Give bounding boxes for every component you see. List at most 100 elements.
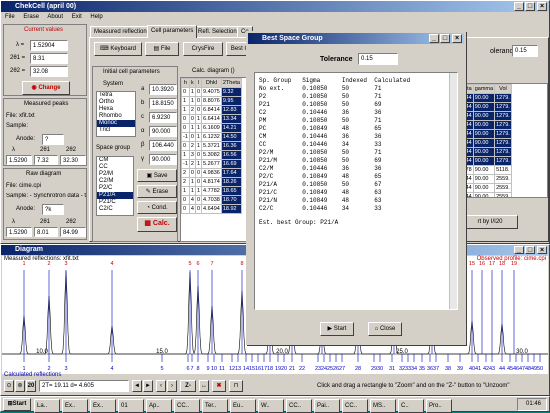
system-item[interactable]: Rhombo — [97, 113, 135, 120]
taskbar-item[interactable]: W.. — [258, 399, 284, 413]
results-table-row[interactable]: 5.44 90.00 1279. — [459, 147, 512, 157]
results-table-row[interactable]: 0.78 90.00 5118. — [459, 165, 512, 175]
taskbar-item[interactable]: C.. — [398, 399, 424, 413]
space-group-item[interactable]: P21/C — [97, 199, 133, 206]
calc-table-row[interactable]: 1 1 1 4.7782 18.65 — [181, 186, 242, 196]
scroll-left-button[interactable]: ◄ — [132, 380, 142, 392]
calc-table-row[interactable]: 0 1 1 6.1609 14.21 — [181, 123, 242, 133]
calc-table-row[interactable]: 2 1 0 4.8174 18.26 — [181, 177, 242, 187]
results-table-row[interactable]: 5.44 90.00 1279. — [459, 129, 512, 139]
calc-table-row[interactable]: 1 2 0 6.8414 12.83 — [181, 105, 242, 115]
results-table-row[interactable]: 5.44 90.00 1279. — [459, 156, 512, 166]
system-item[interactable]: Ortho — [97, 99, 135, 106]
taskbar-item[interactable]: La.. — [34, 399, 60, 413]
results-table-row[interactable]: 5.44 90.00 2559. — [459, 192, 512, 197]
system-item[interactable]: Tricl — [97, 127, 135, 134]
calc-table-row[interactable]: 1 3 0 5.3082 16.56 — [181, 150, 242, 160]
results-table-row[interactable]: 5.44 90.00 1279. — [459, 120, 512, 130]
dialog-tolerance-input[interactable]: 0.15 — [358, 53, 398, 65]
taskbar-item[interactable]: CC.. — [286, 399, 312, 413]
calc-table-row[interactable]: -1 0 1 6.1232 14.50 — [181, 132, 242, 142]
results-table-row[interactable]: 5.44 90.00 1279. — [459, 138, 512, 148]
space-group-item-selected[interactable]: P21/A — [97, 192, 133, 199]
system-list[interactable]: Tetra Ortho Hexa Rhombo Monoc Tricl — [96, 91, 136, 137]
step-left-button[interactable]: ‹ — [156, 380, 166, 392]
start-menu-button[interactable]: ⊞Start — [3, 398, 31, 411]
maximize-button[interactable]: □ — [525, 2, 535, 11]
calc-table-row[interactable]: 0 4 0 4.7038 18.70 — [181, 195, 242, 205]
theta2-input[interactable]: 32.08 — [30, 66, 68, 77]
space-group-item[interactable]: C2/C — [97, 206, 133, 213]
space-group-item[interactable]: P2/M — [97, 171, 133, 178]
start-button[interactable]: ▶ Start — [320, 322, 354, 336]
taskbar-item[interactable]: Eu.. — [230, 399, 256, 413]
param-gamma-input[interactable]: 90.000 — [149, 154, 177, 165]
peak-button[interactable]: ⊓ — [229, 380, 243, 392]
param-alpha-input[interactable]: 90.000 — [149, 126, 177, 137]
system-item-selected[interactable]: Monoc — [97, 120, 135, 127]
move-button[interactable]: ↔ — [199, 380, 209, 392]
lambda-input[interactable]: 1.52904 — [30, 40, 68, 51]
minimize-button[interactable]: _ — [514, 2, 524, 11]
close-button[interactable]: × — [537, 2, 547, 11]
results-table-row[interactable]: 5.44 90.00 1279. — [459, 93, 512, 103]
results-table-row[interactable]: 5.44 90.00 2559. — [459, 174, 512, 184]
menu-about[interactable]: About — [47, 14, 63, 20]
keyboard-button[interactable]: ⌨ Keyboard — [94, 42, 142, 56]
taskbar-item[interactable]: MS.. — [370, 399, 396, 413]
unzoom-button[interactable]: Z- — [180, 380, 196, 392]
calc-table-row[interactable]: 0 4 0 4.6494 18.92 — [181, 204, 242, 214]
dialog-close-action-button[interactable]: ⌂ Close — [368, 322, 402, 336]
taskbar-item[interactable]: Ex.. — [62, 399, 88, 413]
taskbar-item[interactable]: Pro.. — [426, 399, 452, 413]
results-table-row[interactable]: 5.44 90.00 1279. — [459, 102, 512, 112]
zoom-in-circle-button[interactable]: ⊚ — [15, 380, 25, 392]
theta1-input[interactable]: 8.31 — [30, 53, 68, 64]
space-group-item[interactable]: CM — [97, 157, 133, 164]
tab-cell-parameters[interactable]: Cell parameters — [147, 25, 198, 38]
crysfire-button[interactable]: CrysFire — [183, 42, 223, 56]
tolerance-input[interactable]: 0.15 — [512, 45, 538, 57]
menu-erase[interactable]: Erase — [23, 14, 39, 20]
taskbar-item[interactable]: Ex.. — [90, 399, 116, 413]
delete-button[interactable]: ✖ — [212, 380, 226, 392]
change-button[interactable]: ◉ Change — [22, 81, 70, 95]
param-a-input[interactable]: 10.3920 — [149, 84, 177, 95]
cell-results-table[interactable]: beta gamma Vol 5.44 90.00 1279. 5.44 90.00 12… — [458, 83, 548, 198]
calc-table-row[interactable]: 0 1 0 9.4075 9.32 — [181, 87, 242, 97]
system-item[interactable]: Hexa — [97, 106, 135, 113]
calc-table-row[interactable]: 0 2 1 5.3721 16.36 — [181, 141, 242, 151]
dialog-maximize-button[interactable]: □ — [440, 34, 450, 43]
scroll-right-button[interactable]: ► — [143, 380, 153, 392]
param-c-input[interactable]: 6.9230 — [149, 112, 177, 123]
sort-button[interactable]: rt by I/I20 — [462, 215, 518, 229]
space-group-item[interactable]: CC — [97, 164, 133, 171]
dialog-minimize-button[interactable]: _ — [429, 34, 439, 43]
taskbar-item[interactable]: CC.. — [342, 399, 368, 413]
calc-table-row[interactable]: -1 2 1 5.2677 16.69 — [181, 159, 242, 169]
taskbar-item[interactable]: Pai.. — [314, 399, 340, 413]
system-item[interactable]: Tetra — [97, 92, 135, 99]
menu-exit[interactable]: Exit — [72, 14, 82, 20]
results-table-row[interactable]: 5.44 90.00 1279. — [459, 111, 512, 121]
file-button[interactable]: ▤ File — [145, 42, 179, 56]
taskbar-item[interactable]: Ap.. — [146, 399, 172, 413]
save-button[interactable]: ▣ Save — [137, 169, 177, 182]
diagram-maximize-button[interactable]: □ — [525, 246, 535, 254]
space-group-item[interactable]: C2/M — [97, 178, 133, 185]
taskbar-item[interactable]: 01 — [118, 399, 144, 413]
twenty-button[interactable]: 20 — [26, 380, 36, 392]
menu-file[interactable]: File — [5, 14, 15, 20]
param-b-input[interactable]: 18.8150 — [149, 98, 177, 109]
calc-table-row[interactable]: 2 0 0 4.9836 17.64 — [181, 168, 242, 178]
cond-button[interactable]: ◔ Cond. — [137, 201, 177, 214]
zoom-out-circle-button[interactable]: ⊙ — [4, 380, 14, 392]
taskbar-item[interactable]: Ter.. — [202, 399, 228, 413]
calc-table-row[interactable]: 0 0 1 6.6414 13.34 — [181, 114, 242, 124]
results-scrollbar[interactable] — [449, 73, 457, 309]
calc-button[interactable]: ▦ Calc. — [137, 217, 177, 232]
step-right-button[interactable]: › — [167, 380, 177, 392]
menu-help[interactable]: Help — [90, 14, 102, 20]
taskbar-item[interactable]: CC.. — [174, 399, 200, 413]
erase-button[interactable]: ✎ Erase — [137, 185, 177, 198]
